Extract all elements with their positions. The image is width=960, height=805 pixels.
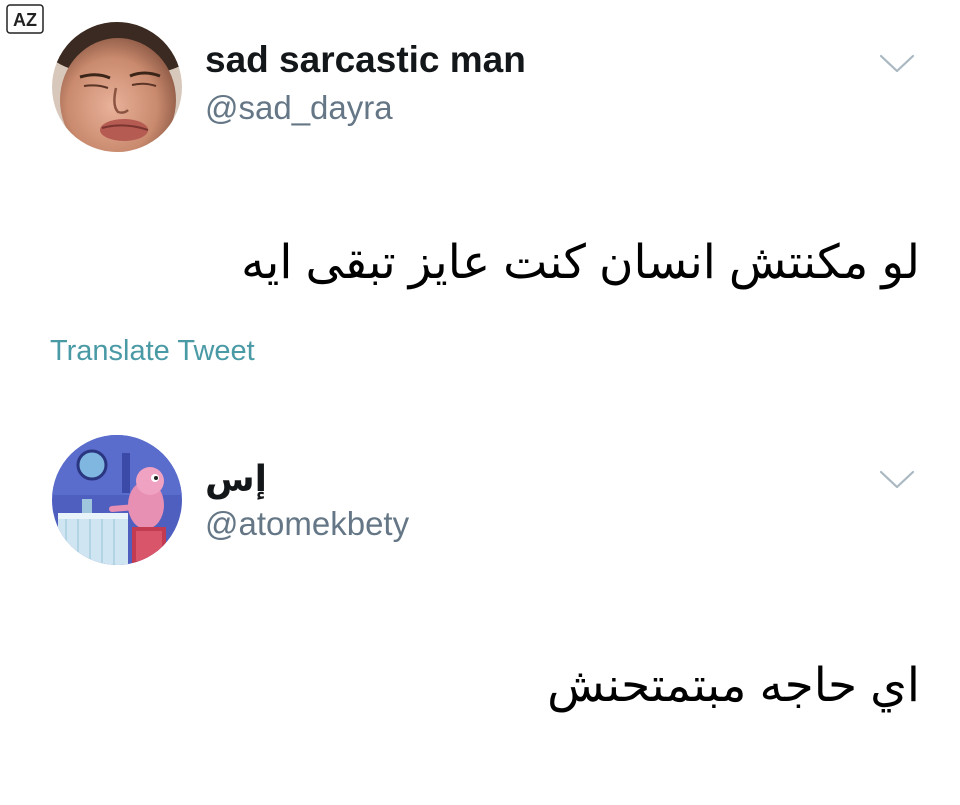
avatar[interactable] bbox=[52, 435, 182, 565]
tweet: sad sarcastic man @sad_dayra لو مكنتش ان… bbox=[0, 0, 960, 405]
face-photo-icon bbox=[52, 22, 182, 152]
tweet-text: لو مكنتش انسان كنت عايز تبقى ايه bbox=[241, 235, 920, 288]
user-handle[interactable]: @atomekbety bbox=[205, 504, 409, 544]
display-name[interactable]: sad sarcastic man bbox=[205, 38, 526, 82]
avatar[interactable] bbox=[52, 22, 182, 152]
translate-tweet-link[interactable]: Translate Tweet bbox=[50, 333, 255, 369]
cartoon-character-icon bbox=[52, 435, 182, 565]
display-name[interactable]: إس bbox=[205, 457, 267, 501]
chevron-down-icon[interactable] bbox=[878, 468, 916, 492]
user-handle[interactable]: @sad_dayra bbox=[205, 88, 393, 128]
chevron-down-icon[interactable] bbox=[878, 52, 916, 76]
tweet: إس @atomekbety اي حاجه مبتمتحنش bbox=[0, 405, 960, 805]
tweet-text: اي حاجه مبتمتحنش bbox=[547, 658, 920, 711]
